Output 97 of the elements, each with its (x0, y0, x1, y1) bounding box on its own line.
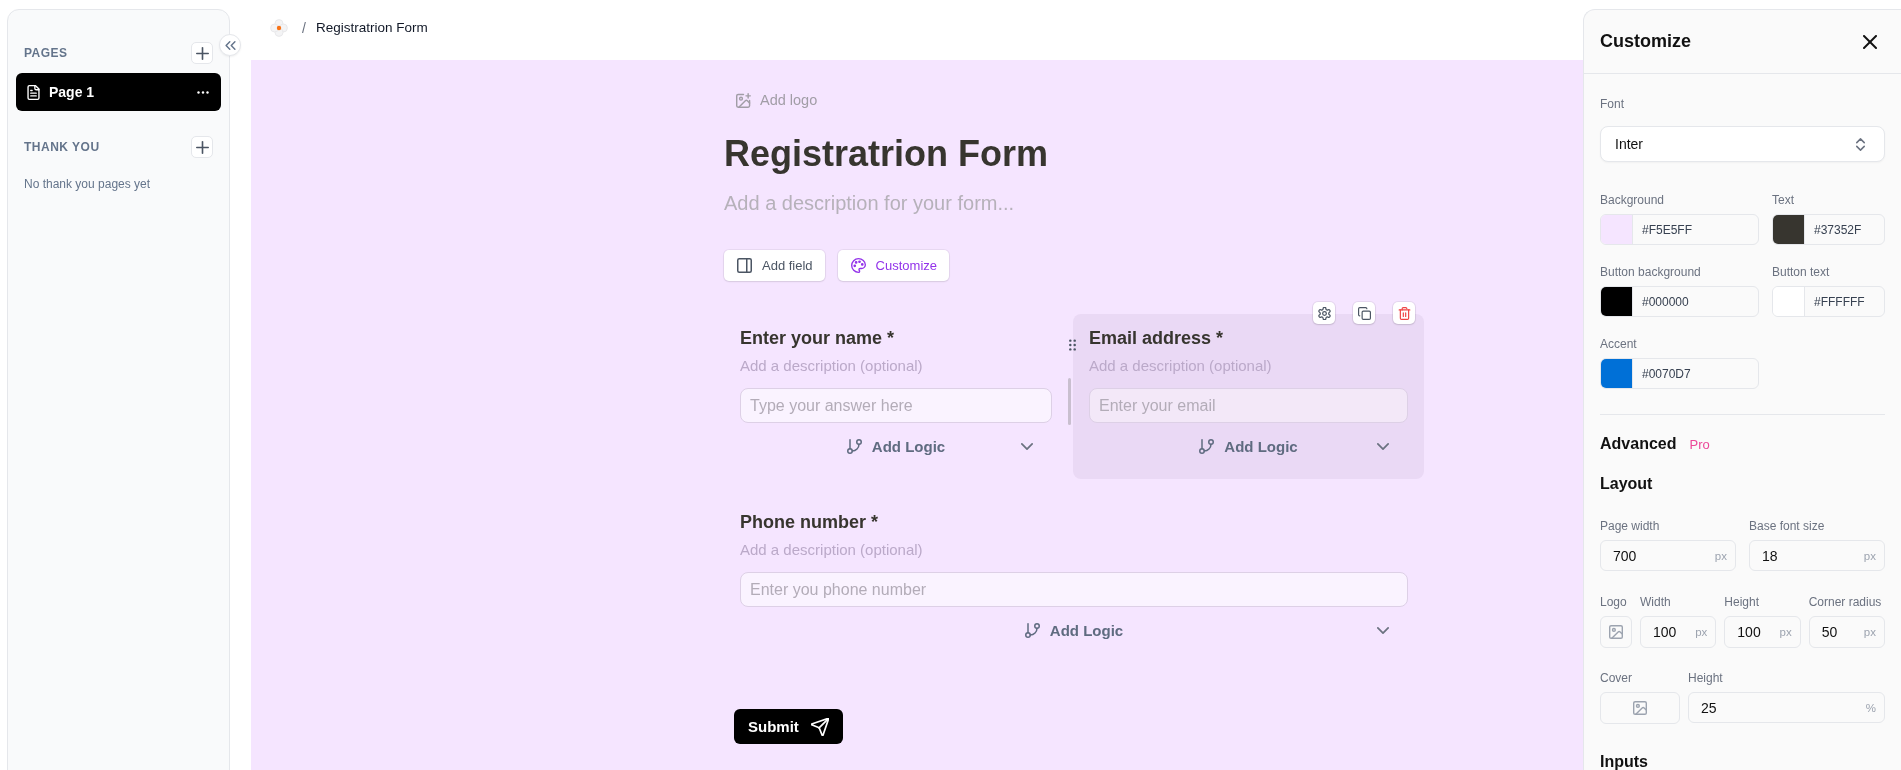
answer-input[interactable]: Type your answer here (740, 388, 1052, 423)
plus-icon (195, 46, 209, 60)
drag-handle-icon[interactable] (1069, 339, 1076, 351)
field-label: Height (1688, 670, 1724, 686)
unit-label: px (1779, 626, 1792, 638)
field-label: Logo (1600, 594, 1628, 610)
field-label: Cover (1600, 670, 1633, 686)
unit-label: px (1714, 549, 1727, 562)
plus-icon (195, 140, 209, 154)
close-icon (1863, 34, 1877, 49)
copy-icon (1357, 306, 1371, 320)
field-label: Accent (1600, 336, 1638, 352)
breadcrumb-separator: / (302, 19, 306, 36)
number-input[interactable]: 18 px (1749, 540, 1885, 571)
question-label: Enter your name * (740, 327, 896, 349)
color-input[interactable]: #37352F (1772, 214, 1885, 245)
chevron-down-icon[interactable] (1377, 442, 1389, 450)
field-label: Height (1724, 594, 1760, 610)
color-swatch[interactable] (1773, 287, 1805, 316)
form-description-hint: Add a description for your form... (724, 191, 1016, 216)
image-icon (1633, 701, 1647, 715)
chevron-down-icon[interactable] (1377, 626, 1389, 634)
flower-icon[interactable] (270, 18, 288, 37)
number-input[interactable]: 50 px (1808, 616, 1885, 648)
color-input[interactable]: #FFFFFF (1772, 286, 1885, 317)
breadcrumb-title: Registratrion Form (315, 20, 428, 35)
color-input[interactable]: #F5E5FF (1600, 214, 1759, 245)
font-select[interactable]: Inter (1600, 126, 1885, 162)
close-button[interactable] (1863, 34, 1877, 49)
field-label: Background (1600, 192, 1666, 208)
add-field-button[interactable]: Add field (724, 250, 825, 281)
trash-icon (1397, 306, 1411, 320)
section-title: PAGES (24, 46, 68, 60)
empty-message: No thank you pages yet (23, 176, 152, 192)
panel-title: Customize (1600, 31, 1691, 52)
number-input[interactable]: 100 px (1640, 616, 1717, 648)
unit-label: px (1695, 626, 1708, 638)
branch-icon (846, 438, 862, 454)
collapse-sidebar-button[interactable] (219, 34, 241, 56)
resize-handle[interactable] (1068, 378, 1071, 425)
section-heading: Advanced (1600, 435, 1677, 453)
more-icon[interactable] (197, 90, 209, 94)
field-label: Corner radius (1808, 594, 1883, 610)
delete-button[interactable] (1393, 302, 1415, 324)
section-heading: Layout (1600, 475, 1654, 493)
add-logic-button[interactable]: Add Logic (1024, 621, 1124, 639)
question-label: Email address * (1089, 327, 1225, 349)
color-swatch[interactable] (1601, 287, 1633, 316)
chevrons-left-icon (224, 39, 236, 51)
unit-label: px (1863, 626, 1876, 638)
section-heading: Inputs (1600, 753, 1649, 770)
add-page-button[interactable] (191, 136, 213, 158)
field-label: Font (1600, 96, 1625, 112)
color-swatch[interactable] (1601, 359, 1633, 388)
pro-label: Pro (1689, 436, 1710, 452)
send-icon (810, 717, 829, 736)
number-input[interactable]: 700 px (1600, 540, 1736, 571)
field-label: Button text (1772, 264, 1831, 280)
panel-icon (737, 258, 752, 273)
color-swatch[interactable] (1773, 215, 1805, 244)
number-input[interactable]: 100 px (1724, 616, 1801, 648)
cover-upload-button[interactable] (1600, 692, 1680, 724)
question-description-hint: Add a description (optional) (740, 540, 924, 560)
form-title: Registratrion Form (724, 132, 1050, 176)
number-input[interactable]: 25 % (1688, 692, 1885, 723)
page-item[interactable]: Page 1 (16, 73, 221, 111)
add-logic-button[interactable]: Add Logic (846, 437, 946, 455)
color-input[interactable]: #0070D7 (1600, 358, 1759, 389)
answer-input[interactable]: Enter your email (1089, 388, 1408, 423)
question-label: Phone number * (740, 511, 879, 533)
settings-button[interactable] (1313, 302, 1335, 324)
field-label: Width (1640, 594, 1672, 610)
chevrons-up-down-icon (1856, 137, 1865, 151)
logo-upload-button[interactable] (1600, 616, 1632, 648)
add-page-button[interactable] (191, 42, 213, 64)
unit-label: px (1863, 549, 1876, 562)
unit-label: % (1865, 701, 1876, 714)
color-input[interactable]: #000000 (1600, 286, 1759, 317)
duplicate-button[interactable] (1353, 302, 1375, 324)
field-label: Page width (1600, 518, 1661, 534)
document-icon (27, 84, 40, 100)
submit-button[interactable]: Submit (734, 709, 843, 744)
branch-icon (1199, 438, 1215, 454)
field-label: Base font size (1749, 518, 1826, 534)
add-logic-button[interactable]: Add Logic (1199, 437, 1298, 455)
image-plus-icon (736, 92, 751, 108)
palette-icon (850, 258, 866, 273)
section-title: THANK YOU (24, 140, 100, 154)
image-icon (1609, 625, 1623, 639)
field-label: Text (1772, 192, 1795, 208)
chevron-down-icon[interactable] (1021, 442, 1033, 450)
answer-input[interactable]: Enter you phone number (740, 572, 1408, 607)
settings-icon (1317, 306, 1331, 320)
question-description-hint: Add a description (optional) (740, 356, 924, 376)
field-label: Button background (1600, 264, 1702, 280)
customize-button[interactable]: Customize (837, 250, 949, 281)
branch-icon (1024, 622, 1040, 638)
